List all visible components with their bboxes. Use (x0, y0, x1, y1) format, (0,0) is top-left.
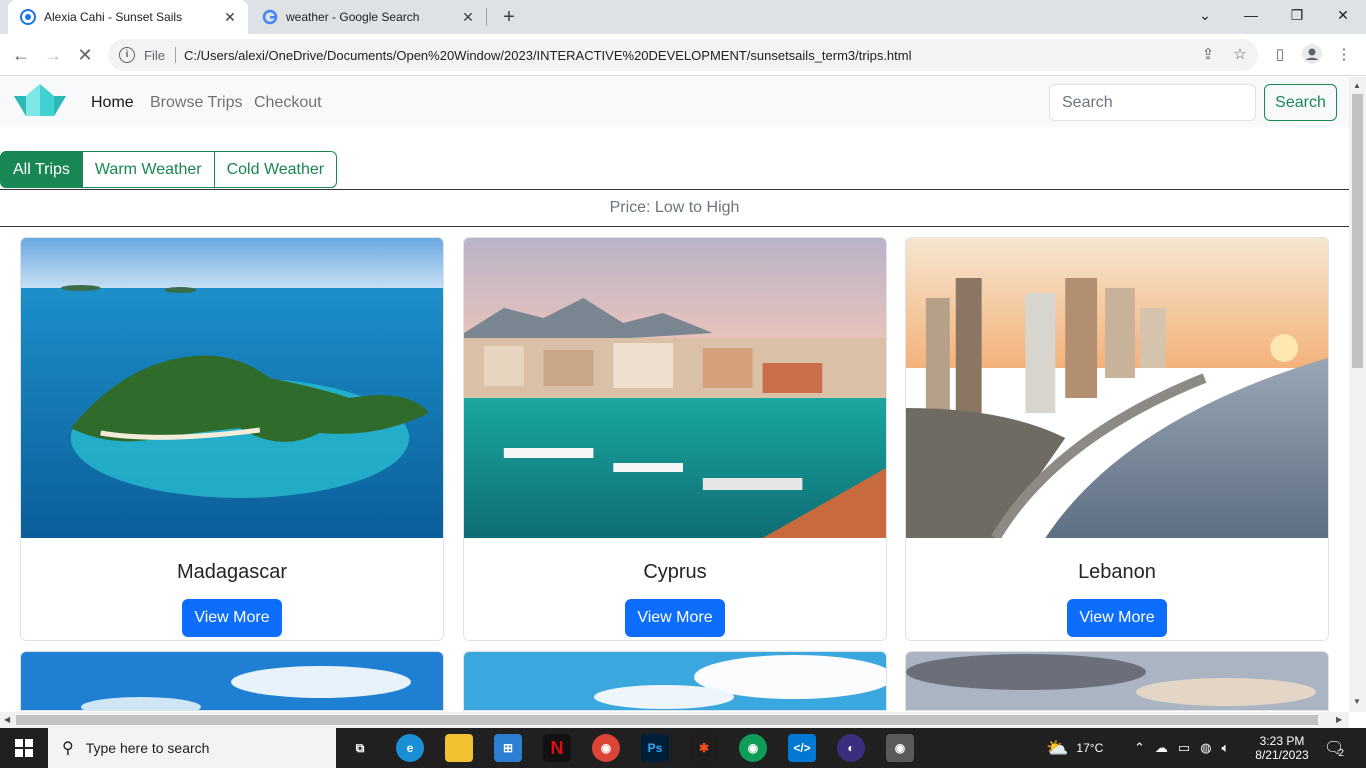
tab-title: Alexia Cahi - Sunset Sails (44, 10, 183, 24)
taskbar-search-placeholder: Type here to search (85, 740, 210, 756)
scroll-left-arrow-icon[interactable]: ◀ (4, 715, 10, 724)
web-page: Home Browse Trips Checkout Search All Tr… (0, 77, 1349, 712)
horizontal-scrollbar[interactable]: ◀ ▶ (0, 712, 1349, 728)
network-icon[interactable]: ◍ (1200, 740, 1211, 756)
filter-cold-weather-button[interactable]: Cold Weather (213, 151, 338, 188)
file-scheme-label: File (144, 47, 165, 63)
minimize-icon[interactable]: — (1228, 0, 1274, 30)
vertical-scrollbar[interactable]: ▲ ▼ (1349, 77, 1366, 712)
trip-name: Madagascar (176, 561, 288, 583)
close-window-icon[interactable]: ✕ (1320, 0, 1366, 30)
notification-center-icon[interactable]: 🗨︎ 2 (1324, 728, 1344, 768)
search-input[interactable] (1049, 84, 1256, 121)
trip-card-madagascar: Madagascar View More (20, 237, 444, 641)
scroll-right-arrow-icon[interactable]: ▶ (1336, 715, 1342, 724)
app-icon[interactable]: ◐ (837, 734, 865, 762)
chrome-profile-icon[interactable]: ◉ (739, 734, 767, 762)
tab-divider (486, 8, 487, 26)
madagascar-island-image (21, 238, 443, 538)
restore-icon[interactable]: ❐ (1274, 0, 1320, 30)
windows-taskbar: ⚲ Type here to search ⧉ e ⊞ N ◉ Ps ✱ ◉ <… (0, 728, 1366, 768)
windows-start-icon[interactable] (10, 734, 38, 762)
onedrive-icon[interactable]: ☁ (1155, 740, 1168, 756)
clock-time: 3:23 PM (1259, 734, 1305, 748)
weather-widget[interactable]: ⛅ 17°C (1046, 728, 1103, 768)
close-tab-icon[interactable]: ✕ (220, 7, 240, 27)
trip-image-partial (906, 652, 1328, 710)
chevron-up-icon[interactable]: ⌃ (1134, 740, 1145, 756)
trip-card-lebanon: Lebanon View More (905, 237, 1329, 641)
clock[interactable]: 3:23 PM 8/21/2023 (1250, 728, 1314, 768)
clock-date: 8/21/2023 (1255, 748, 1309, 762)
back-icon[interactable]: ← (8, 42, 34, 68)
system-tray-icons[interactable]: ⌃ ☁ ▭ ◍ 🔈︎ (1134, 728, 1229, 768)
sunset-sails-logo[interactable] (12, 82, 68, 122)
site-info-icon[interactable]: i (119, 47, 135, 63)
view-more-button[interactable]: View More (182, 599, 282, 637)
address-url[interactable]: C:/Users/alexi/OneDrive/Documents/Open%2… (184, 48, 912, 63)
figma-icon[interactable]: ✱ (690, 734, 718, 762)
view-more-button[interactable]: View More (625, 599, 725, 637)
trip-name: Cyprus (643, 561, 707, 583)
search-icon: ⚲ (62, 740, 74, 757)
tab-title: weather - Google Search (286, 10, 420, 24)
microsoft-store-icon[interactable]: ⊞ (494, 734, 522, 762)
nav-home-link[interactable]: Home (91, 94, 134, 112)
share-icon[interactable]: ⇪ (1196, 42, 1220, 66)
cloud-sun-icon: ⛅ (1046, 737, 1069, 758)
trip-name: Lebanon (1078, 561, 1156, 583)
lebanon-coast-image (906, 238, 1328, 541)
page-favicon-icon (20, 9, 36, 25)
tab-sunset-sails[interactable]: Alexia Cahi - Sunset Sails ✕ (8, 0, 248, 34)
view-more-button[interactable]: View More (1067, 599, 1167, 637)
new-tab-icon[interactable]: + (498, 6, 520, 28)
volume-icon[interactable]: 🔈︎ (1222, 740, 1230, 756)
tab-search-chevron-icon[interactable]: ⌄ (1182, 0, 1228, 30)
google-icon (262, 9, 278, 25)
trip-card-next-row-1 (20, 651, 444, 711)
horizontal-scroll-thumb[interactable] (16, 715, 1318, 725)
nav-checkout-link[interactable]: Checkout (254, 94, 322, 112)
nav-browse-trips-link[interactable]: Browse Trips (150, 94, 242, 112)
address-divider (174, 47, 176, 63)
trip-card-next-row-2 (463, 651, 887, 711)
browser-toolbar: ← → ✕ i File C:/Users/alexi/OneDrive/Doc… (0, 34, 1366, 76)
forward-icon[interactable]: → (40, 42, 66, 68)
edge-icon[interactable]: e (396, 734, 424, 762)
notification-count: 2 (1338, 747, 1344, 759)
filter-warm-weather-button[interactable]: Warm Weather (81, 151, 215, 188)
task-view-icon[interactable]: ⧉ (346, 734, 374, 762)
weather-temp: 17°C (1076, 741, 1104, 755)
chrome-icon[interactable]: ◉ (592, 734, 620, 762)
tab-weather-search[interactable]: weather - Google Search ✕ (250, 0, 486, 34)
trip-filter-group: All Trips Warm Weather Cold Weather (0, 151, 338, 188)
profile-avatar-icon[interactable] (1300, 42, 1324, 66)
trip-image-partial (21, 652, 443, 710)
chrome-active-icon[interactable]: ◉ (886, 734, 914, 762)
browser-tab-bar: Alexia Cahi - Sunset Sails ✕ weather - G… (0, 0, 1366, 34)
photoshop-icon[interactable]: Ps (641, 734, 669, 762)
netflix-icon[interactable]: N (543, 734, 571, 762)
vscode-icon[interactable]: </> (788, 734, 816, 762)
menu-kebab-icon[interactable]: ⋮ (1332, 42, 1356, 66)
bookmark-star-icon[interactable]: ☆ (1228, 42, 1252, 66)
scroll-up-arrow-icon[interactable]: ▲ (1353, 81, 1361, 90)
side-panel-icon[interactable]: ▯ (1268, 42, 1292, 66)
file-explorer-icon[interactable] (445, 734, 473, 762)
address-bar[interactable]: i File C:/Users/alexi/OneDrive/Documents… (108, 39, 1258, 71)
cyprus-harbor-image (464, 238, 886, 538)
trip-image-partial (464, 652, 886, 710)
trip-card-next-row-3 (905, 651, 1329, 711)
battery-icon[interactable]: ▭ (1178, 740, 1190, 756)
filter-all-trips-button[interactable]: All Trips (0, 151, 83, 188)
close-tab-icon[interactable]: ✕ (458, 7, 478, 27)
trip-card-cyprus: Cyprus View More (463, 237, 887, 641)
sort-price-low-to-high[interactable]: Price: Low to High (0, 189, 1349, 227)
site-navbar: Home Browse Trips Checkout Search (0, 77, 1349, 127)
taskbar-search-box[interactable]: ⚲ Type here to search (48, 728, 336, 768)
vertical-scroll-thumb[interactable] (1352, 94, 1363, 368)
stop-loading-icon[interactable]: ✕ (72, 42, 98, 68)
scroll-down-arrow-icon[interactable]: ▼ (1353, 697, 1361, 706)
search-button[interactable]: Search (1264, 84, 1337, 121)
